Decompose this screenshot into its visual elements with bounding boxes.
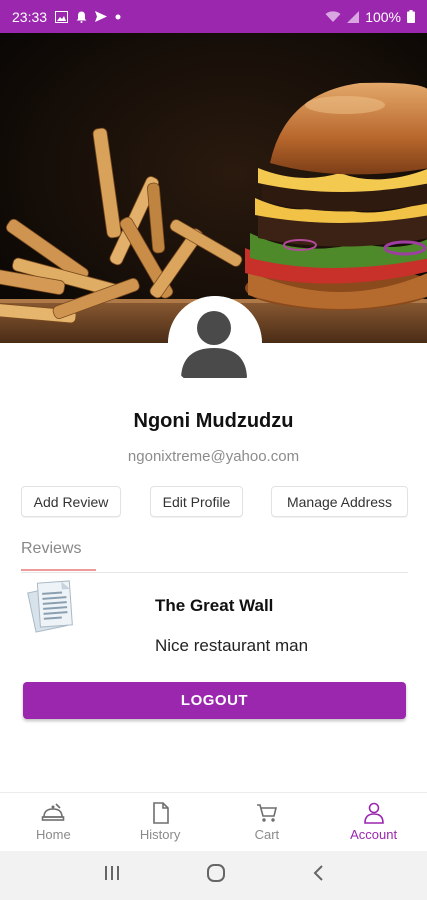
nav-account-label: Account bbox=[350, 827, 398, 842]
battery-text: 100% bbox=[365, 8, 401, 25]
food-tray-icon bbox=[42, 803, 65, 821]
profile-avatar[interactable] bbox=[168, 296, 262, 390]
divider bbox=[21, 572, 408, 573]
status-time: 23:33 bbox=[12, 8, 48, 25]
send-icon bbox=[95, 11, 108, 22]
document-icon bbox=[25, 578, 81, 634]
notification-bell-icon bbox=[76, 11, 87, 23]
review-text: Nice restaurant man bbox=[155, 636, 309, 655]
home-circle-icon[interactable] bbox=[206, 863, 226, 888]
review-item[interactable]: The Great Wall Nice restaurant man bbox=[21, 578, 408, 668]
document-icon bbox=[153, 802, 169, 824]
edit-profile-button[interactable]: Edit Profile bbox=[150, 486, 243, 517]
nav-cart[interactable]: Cart bbox=[214, 793, 321, 851]
status-bar: 23:33 100% bbox=[0, 0, 427, 33]
add-review-button[interactable]: Add Review bbox=[21, 486, 121, 517]
person-icon bbox=[363, 802, 384, 824]
dot-icon bbox=[115, 14, 121, 20]
system-nav-bar bbox=[0, 851, 427, 900]
signal-icon bbox=[347, 10, 360, 23]
person-icon bbox=[168, 296, 262, 390]
nav-cart-label: Cart bbox=[254, 827, 280, 842]
nav-history[interactable]: History bbox=[107, 793, 214, 851]
profile-name: Ngoni Mudzudzu bbox=[133, 410, 294, 432]
nav-account[interactable]: Account bbox=[320, 793, 427, 851]
review-title: The Great Wall bbox=[155, 596, 274, 615]
nav-history-label: History bbox=[139, 827, 181, 842]
battery-icon bbox=[407, 10, 415, 23]
logout-button[interactable]: LOGOUT bbox=[23, 682, 406, 719]
profile-email: ngonixtreme@yahoo.com bbox=[127, 448, 300, 465]
manage-address-button[interactable]: Manage Address bbox=[271, 486, 408, 517]
nav-home[interactable]: Home bbox=[0, 793, 107, 851]
image-icon bbox=[55, 10, 69, 23]
tab-reviews[interactable]: Reviews bbox=[21, 540, 81, 558]
wifi-icon bbox=[325, 10, 341, 23]
bottom-nav: Home History Cart Account bbox=[0, 792, 427, 851]
tab-indicator bbox=[21, 569, 96, 571]
back-icon[interactable] bbox=[311, 864, 325, 887]
nav-home-label: Home bbox=[36, 827, 71, 842]
cart-icon bbox=[256, 804, 277, 822]
recent-apps-icon[interactable] bbox=[103, 865, 121, 886]
